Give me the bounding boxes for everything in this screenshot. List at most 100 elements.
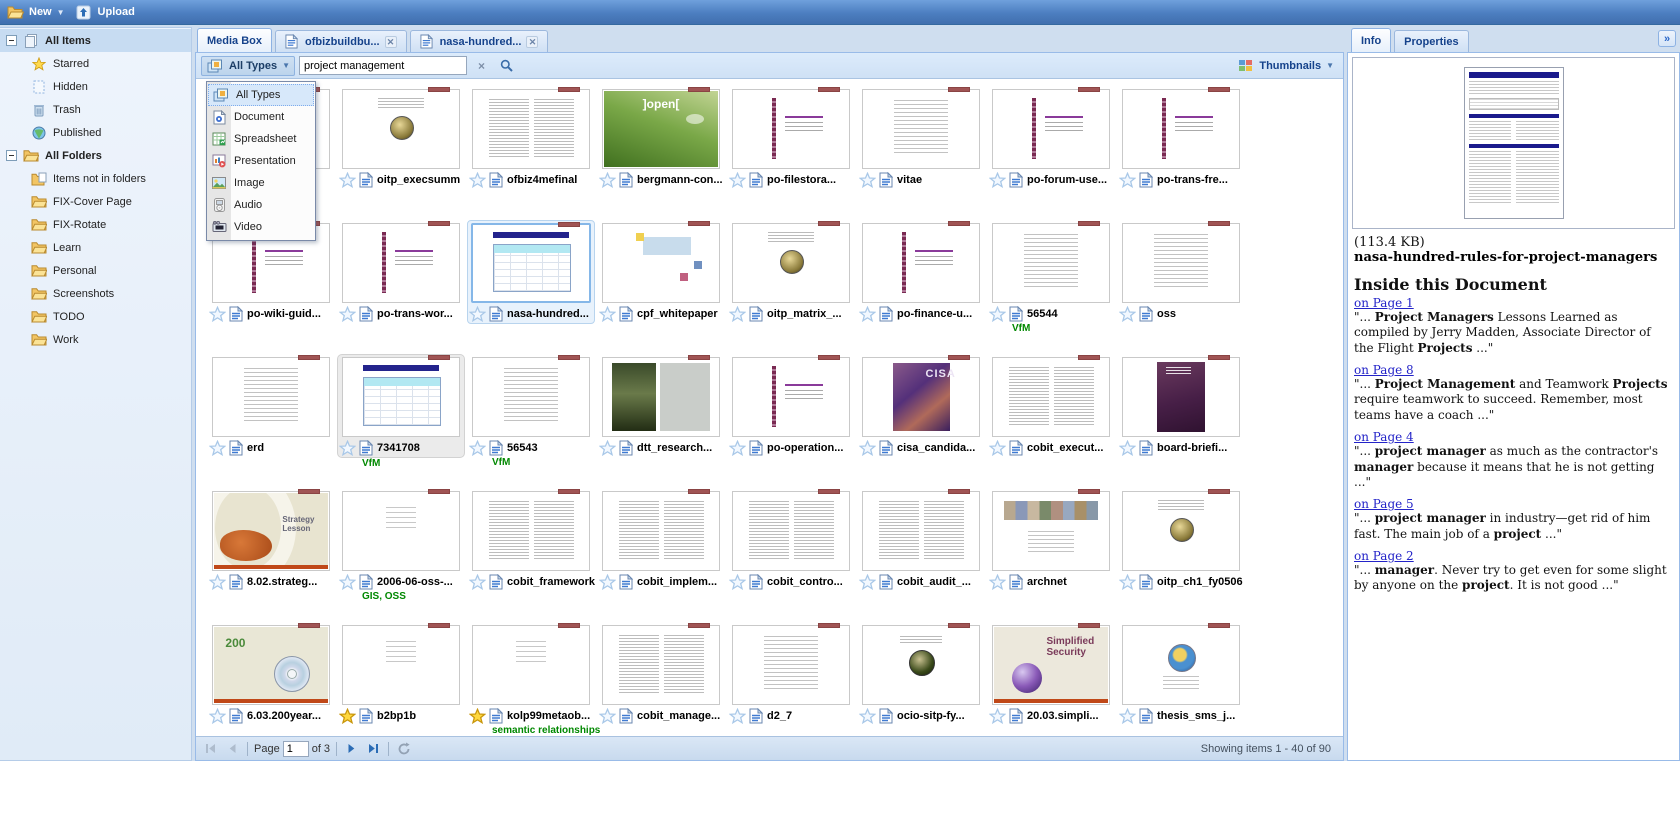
star-outline-icon[interactable] <box>469 172 486 188</box>
view-selector[interactable]: Thumbnails ▼ <box>1236 59 1338 72</box>
grid-item-bergmann-con[interactable]: ]open[bergmann-con... <box>598 87 726 189</box>
grid-item-po-forum-use[interactable]: po-forum-use... <box>988 87 1116 189</box>
star-outline-icon[interactable] <box>989 306 1006 322</box>
grid-item-po-operation[interactable]: po-operation... <box>728 355 856 457</box>
star-outline-icon[interactable] <box>989 172 1006 188</box>
grid-item-po-filestora[interactable]: po-filestora... <box>728 87 856 189</box>
star-outline-icon[interactable] <box>729 440 746 456</box>
star-outline-icon[interactable] <box>859 440 876 456</box>
star-outline-icon[interactable] <box>209 306 226 322</box>
clear-search-button[interactable]: × <box>471 56 492 76</box>
grid-item-6-03-200year[interactable]: 2006.03.200year... <box>208 623 336 725</box>
grid-item-board-briefi[interactable]: board-briefi... <box>1118 355 1246 457</box>
grid-item-56543[interactable]: 56543VfM <box>468 355 596 457</box>
grid-item-cobit-execut[interactable]: cobit_execut... <box>988 355 1116 457</box>
star-outline-icon[interactable] <box>599 306 616 322</box>
grid-item-erd[interactable]: erd <box>208 355 336 457</box>
star-outline-icon[interactable] <box>859 708 876 724</box>
menu-item-spreadsheet[interactable]: Spreadsheet <box>207 128 315 150</box>
star-outline-icon[interactable] <box>339 172 356 188</box>
star-outline-icon[interactable] <box>729 574 746 590</box>
menu-item-document[interactable]: Document <box>207 106 315 128</box>
grid-item-cobit-manage[interactable]: cobit_manage... <box>598 623 726 725</box>
star-outline-icon[interactable] <box>339 440 356 456</box>
search-button[interactable] <box>496 56 517 76</box>
grid-item-cobit-contro[interactable]: cobit_contro... <box>728 489 856 591</box>
tab-close-icon[interactable]: ✕ <box>385 36 397 48</box>
menu-item-video[interactable]: Video <box>207 216 315 238</box>
grid-item-b2bp1b[interactable]: b2bp1b <box>338 623 466 725</box>
upload-button[interactable]: Upload <box>75 5 135 20</box>
first-page-button[interactable] <box>202 740 220 758</box>
last-page-button[interactable] <box>364 740 382 758</box>
star-outline-icon[interactable] <box>599 708 616 724</box>
collapse-toggle-icon[interactable] <box>6 35 17 46</box>
menu-item-presentation[interactable]: Presentation <box>207 150 315 172</box>
sidebar-item-work[interactable]: Work <box>0 328 191 351</box>
star-outline-icon[interactable] <box>859 574 876 590</box>
tab-ofbizbuildbu[interactable]: ofbizbuildbu... ✕ <box>275 30 407 52</box>
tab-info[interactable]: Info <box>1351 28 1391 52</box>
grid-item-oss[interactable]: oss <box>1118 221 1246 323</box>
menu-item-all-types[interactable]: All Types <box>208 84 314 106</box>
grid-item-archnet[interactable]: archnet <box>988 489 1116 591</box>
collapse-toggle-icon[interactable] <box>6 150 17 161</box>
menu-item-audio[interactable]: Audio <box>207 194 315 216</box>
collapse-panel-button[interactable]: » <box>1658 30 1676 47</box>
tab-media-box[interactable]: Media Box <box>197 28 272 52</box>
search-input[interactable] <box>299 56 467 75</box>
page-number-input[interactable] <box>283 741 309 757</box>
grid-item-dtt-research[interactable]: dtt_research... <box>598 355 726 457</box>
star-outline-icon[interactable] <box>729 172 746 188</box>
star-outline-icon[interactable] <box>859 172 876 188</box>
grid-item-kolp99metaob[interactable]: kolp99metaob...semantic relationships <box>468 623 596 725</box>
star-outline-icon[interactable] <box>339 574 356 590</box>
star-outline-icon[interactable] <box>469 440 486 456</box>
page-link[interactable]: on Page 8 <box>1354 363 1414 377</box>
tab-close-icon[interactable]: ✕ <box>526 36 538 48</box>
menu-item-image[interactable]: Image <box>207 172 315 194</box>
grid-item-oitp-matrix[interactable]: oitp_matrix_... <box>728 221 856 323</box>
star-outline-icon[interactable] <box>1119 172 1136 188</box>
grid-item-cobit-framework[interactable]: cobit_framework <box>468 489 596 591</box>
star-outline-icon[interactable] <box>469 306 486 322</box>
tab-properties[interactable]: Properties <box>1394 30 1468 52</box>
star-outline-icon[interactable] <box>209 574 226 590</box>
sidebar-item-published[interactable]: Published <box>0 121 191 144</box>
star-outline-icon[interactable] <box>1119 440 1136 456</box>
star-outline-icon[interactable] <box>339 306 356 322</box>
new-button[interactable]: New ▼ <box>6 5 65 19</box>
grid-item-nasa-hundred[interactable]: nasa-hundred... <box>467 220 595 324</box>
grid-item-ofbiz4mefinal[interactable]: ofbiz4mefinal <box>468 87 596 189</box>
grid-item-2006-06-oss[interactable]: 2006-06-oss-...GIS, OSS <box>338 489 466 591</box>
sidebar-item-starred[interactable]: Starred <box>0 52 191 75</box>
grid-item-cisa-candida[interactable]: CISAcisa_candida... <box>858 355 986 457</box>
grid-item-20-03-simpli[interactable]: Simplified Security20.03.simpli... <box>988 623 1116 725</box>
star-outline-icon[interactable] <box>989 574 1006 590</box>
refresh-icon[interactable] <box>395 740 413 758</box>
grid-item-ocio-sitp-fy[interactable]: ocio-sitp-fy... <box>858 623 986 725</box>
grid-item-oitp-execsumm[interactable]: oitp_execsumm <box>338 87 466 189</box>
grid-item-po-trans-wor[interactable]: po-trans-wor... <box>338 221 466 323</box>
sidebar-item-fix-cover-page[interactable]: FIX-Cover Page <box>0 190 191 213</box>
type-filter-button[interactable]: All Types ▼ <box>201 56 295 76</box>
star-filled-icon[interactable] <box>339 708 356 724</box>
grid-item-po-finance-u[interactable]: po-finance-u... <box>858 221 986 323</box>
grid-item-cobit-implem[interactable]: cobit_implem... <box>598 489 726 591</box>
star-outline-icon[interactable] <box>599 440 616 456</box>
page-link[interactable]: on Page 2 <box>1354 549 1414 563</box>
sidebar-item-screenshots[interactable]: Screenshots <box>0 282 191 305</box>
star-outline-icon[interactable] <box>859 306 876 322</box>
sidebar-item-todo[interactable]: TODO <box>0 305 191 328</box>
page-link[interactable]: on Page 1 <box>1354 296 1414 310</box>
sidebar-item-all-folders[interactable]: All Folders <box>0 144 191 167</box>
sidebar-item-fix-rotate[interactable]: FIX-Rotate <box>0 213 191 236</box>
grid-item-d2-7[interactable]: d2_7 <box>728 623 856 725</box>
star-outline-icon[interactable] <box>209 440 226 456</box>
previous-page-button[interactable] <box>223 740 241 758</box>
star-outline-icon[interactable] <box>1119 574 1136 590</box>
sidebar-item-trash[interactable]: Trash <box>0 98 191 121</box>
star-outline-icon[interactable] <box>729 306 746 322</box>
grid-item-vitae[interactable]: vitae <box>858 87 986 189</box>
page-link[interactable]: on Page 4 <box>1354 430 1414 444</box>
